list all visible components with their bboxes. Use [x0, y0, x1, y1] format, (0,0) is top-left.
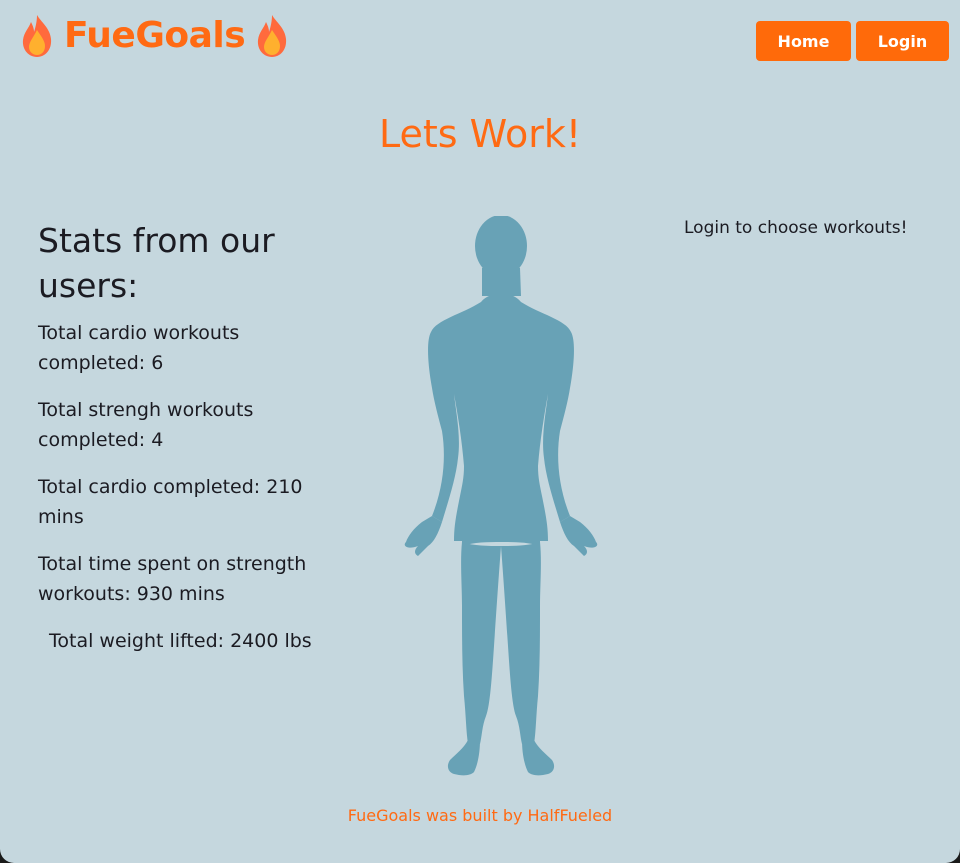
stat-cardio-workouts: Total cardio workouts completed: 6 — [38, 322, 240, 374]
stats-heading: Stats from our users: — [38, 221, 275, 305]
fire-icon — [258, 15, 287, 57]
page-title: Lets Work! — [378, 112, 582, 156]
user-stats-panel: Stats from our users: Total cardio worko… — [38, 218, 328, 673]
top-nav: Home Login — [756, 21, 949, 61]
brand-logo[interactable]: FueGoals — [20, 12, 289, 60]
login-prompt-text: Login to choose workouts! — [684, 218, 908, 238]
brand-name: FueGoals — [64, 15, 246, 56]
stat-strength-minutes: Total time spent on strength workouts: 9… — [38, 553, 307, 605]
stat-cardio-minutes: Total cardio completed: 210 mins — [38, 476, 303, 528]
login-button[interactable]: Login — [856, 21, 949, 61]
stat-strength-workouts: Total strengh workouts completed: 4 — [38, 399, 254, 451]
home-button[interactable]: Home — [756, 21, 851, 61]
stat-weight-lifted: Total weight lifted: 2400 lbs — [49, 630, 312, 652]
page: FueGoals Home Login Lets Work! Stats fro… — [0, 0, 960, 863]
fire-icon — [22, 15, 52, 57]
human-body-silhouette-icon — [404, 216, 598, 776]
footer-credit: FueGoals was built by HalfFueled — [347, 806, 613, 825]
